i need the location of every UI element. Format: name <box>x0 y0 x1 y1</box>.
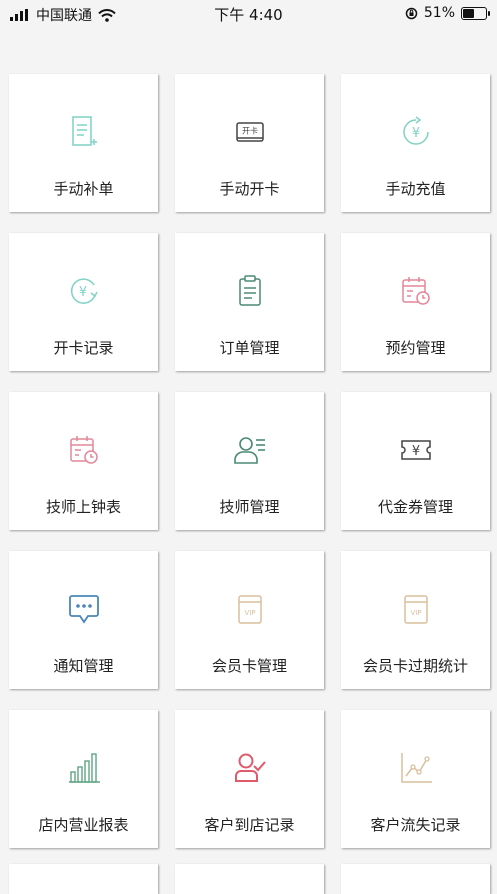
menu-tile[interactable]: 技师管理 <box>175 392 324 530</box>
menu-tile-label: 订单管理 <box>219 339 280 357</box>
chat-bubble-icon <box>66 591 102 627</box>
bar-chart-icon <box>66 750 102 786</box>
menu-tile-label: 客户到店记录 <box>204 816 295 834</box>
menu-tile-partial[interactable] <box>341 864 490 894</box>
menu-tile[interactable]: ¥ 代金券管理 <box>341 392 490 530</box>
menu-tile-label: 客户流失记录 <box>370 816 461 834</box>
menu-tile-label: 会员卡过期统计 <box>362 657 468 675</box>
battery-fill <box>463 8 475 18</box>
menu-tile[interactable]: 开卡 手动开卡 <box>175 74 324 212</box>
menu-tile-label: 手动充值 <box>385 180 446 198</box>
status-bar: 中国联通 下午 4:40 51% <box>0 0 497 26</box>
user-check-icon <box>232 750 268 786</box>
battery-icon <box>461 6 490 20</box>
yen-cycle-icon: ¥ <box>66 273 102 309</box>
voucher-icon: ¥ <box>398 432 434 468</box>
svg-text:¥: ¥ <box>411 444 419 459</box>
menu-tile[interactable]: 客户到店记录 <box>175 710 324 848</box>
svg-text:VIP: VIP <box>410 609 421 617</box>
yen-recharge-icon: ¥ <box>398 114 434 150</box>
menu-tile-label: 技师管理 <box>219 498 280 516</box>
menu-tile-label: 预约管理 <box>385 339 446 357</box>
vip-card-icon: VIP <box>232 591 268 627</box>
menu-tile-partial[interactable] <box>9 864 158 894</box>
menu-tile-label: 开卡记录 <box>53 339 114 357</box>
calendar-clock-icon <box>66 432 102 468</box>
svg-text:¥: ¥ <box>411 126 419 141</box>
battery-percent: 51% <box>423 5 455 21</box>
menu-tile[interactable]: 客户流失记录 <box>341 710 490 848</box>
svg-text:¥: ¥ <box>78 285 86 300</box>
menu-tile[interactable]: 预约管理 <box>341 233 490 371</box>
status-right: 51% <box>405 5 490 21</box>
menu-tile[interactable]: 店内营业报表 <box>9 710 158 848</box>
menu-tile[interactable]: 技师上钟表 <box>9 392 158 530</box>
menu-tile[interactable]: 订单管理 <box>175 233 324 371</box>
svg-text:开卡: 开卡 <box>242 126 258 136</box>
menu-tile[interactable]: VIP 会员卡管理 <box>175 551 324 689</box>
menu-tile[interactable]: 手动补单 <box>9 74 158 212</box>
card-open-icon: 开卡 <box>232 114 268 150</box>
clipboard-icon <box>232 273 268 309</box>
menu-tile-label: 通知管理 <box>53 657 114 675</box>
menu-tile-label: 会员卡管理 <box>211 657 287 675</box>
vip-card-icon: VIP <box>398 591 434 627</box>
menu-tile-partial[interactable] <box>175 864 324 894</box>
menu-tile-label: 代金券管理 <box>377 498 453 516</box>
menu-tile-label: 店内营业报表 <box>38 816 129 834</box>
menu-tile[interactable]: ¥ 开卡记录 <box>9 233 158 371</box>
line-chart-icon <box>398 750 434 786</box>
menu-tile[interactable]: ¥ 手动充值 <box>341 74 490 212</box>
calendar-clock-icon <box>398 273 434 309</box>
orientation-lock-icon <box>405 7 418 19</box>
menu-tile-label: 技师上钟表 <box>45 498 121 516</box>
menu-grid-next-row <box>9 864 490 894</box>
menu-grid: 手动补单 开卡手动开卡 ¥ 手动充值 ¥ 开卡记录 订单管理 预约管理技师上钟表 技师管理 ¥ 代金… <box>9 74 490 848</box>
svg-text:VIP: VIP <box>244 609 255 617</box>
document-add-icon <box>66 114 102 150</box>
menu-tile-label: 手动开卡 <box>219 180 280 198</box>
menu-tile[interactable]: 通知管理 <box>9 551 158 689</box>
user-list-icon <box>232 432 268 468</box>
menu-tile-label: 手动补单 <box>53 180 114 198</box>
menu-tile[interactable]: VIP 会员卡过期统计 <box>341 551 490 689</box>
